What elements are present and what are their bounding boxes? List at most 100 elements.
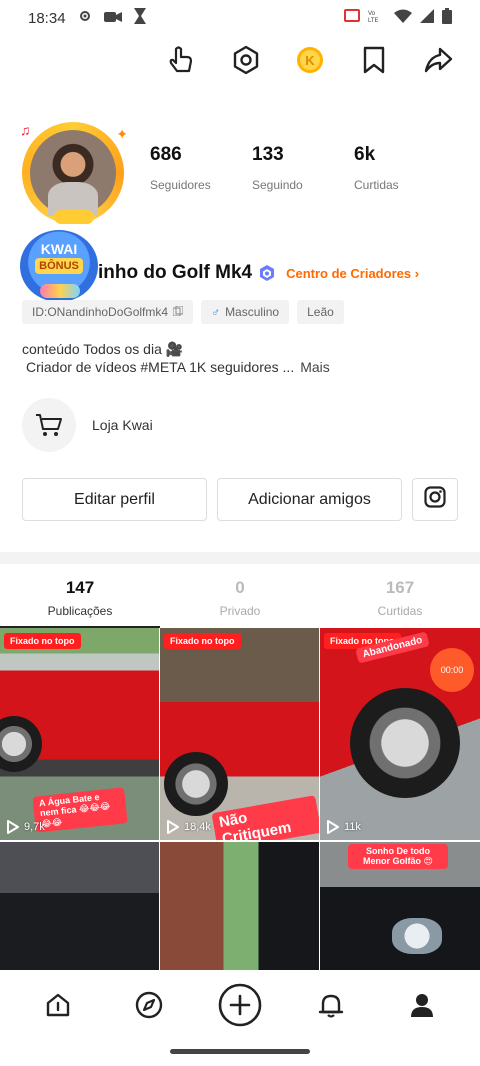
kwai-bonus-line1: KWAI xyxy=(40,241,78,257)
instagram-icon xyxy=(424,486,446,513)
add-friends-button[interactable]: Adicionar amigos xyxy=(217,478,402,521)
tab-likes[interactable]: 167 Curtidas xyxy=(320,578,480,618)
gear-status-icon xyxy=(78,9,92,27)
view-count: 11k xyxy=(327,820,361,834)
recording-timer: 00:00 xyxy=(430,648,474,692)
bookmark-icon[interactable] xyxy=(358,44,390,76)
tab-private[interactable]: 0 Privado xyxy=(160,578,320,618)
music-note-icon: ♫ xyxy=(20,122,31,138)
play-icon xyxy=(7,820,19,834)
shop-label: Loja Kwai xyxy=(92,417,153,433)
edit-profile-button[interactable]: Editar perfil xyxy=(22,478,207,521)
status-bar: 18:34 Vo LTE xyxy=(0,0,480,36)
sparkle-icon: ✦ xyxy=(116,126,128,142)
home-icon[interactable] xyxy=(34,981,82,1029)
settings-icon[interactable] xyxy=(230,44,262,76)
kwai-bonus-line2: BÔNUS xyxy=(35,258,83,274)
video-thumbnail[interactable] xyxy=(160,842,319,970)
create-icon[interactable] xyxy=(216,981,264,1029)
view-count-value: 11k xyxy=(344,821,361,833)
pinned-badge: Fixado no topo xyxy=(164,633,241,649)
video-caption: Não Critiquem xyxy=(211,795,319,840)
view-count-value: 9,7k xyxy=(24,821,45,833)
video-caption: Sonho De todo Menor Golfão 😍 xyxy=(348,844,448,869)
publications-label: Publicações xyxy=(47,604,113,618)
gesture-icon[interactable] xyxy=(166,44,198,76)
stat-likes[interactable]: 6k Curtidas xyxy=(354,144,456,192)
bio-more-link[interactable]: Mais xyxy=(300,359,330,375)
private-label: Privado xyxy=(219,604,261,618)
likes-count: 6k xyxy=(354,144,376,165)
zodiac-tag: Leão xyxy=(297,300,344,324)
section-divider xyxy=(0,552,480,564)
video-caption: A Água Bate e nem fica 😂😂😂😂😂 xyxy=(32,787,128,833)
gender-tag: ♂ Masculino xyxy=(201,300,290,324)
lte-status-icon: Vo LTE xyxy=(368,9,386,27)
car-wheel-graphic xyxy=(164,752,228,816)
followers-label: Seguidores xyxy=(150,178,211,192)
car-wheel-graphic xyxy=(0,716,42,772)
cast-status-icon xyxy=(344,9,360,27)
wifi-status-icon xyxy=(394,9,412,27)
video-thumbnail[interactable] xyxy=(0,842,159,970)
kwai-shop[interactable]: Loja Kwai xyxy=(22,398,153,452)
battery-status-icon xyxy=(442,8,452,28)
notifications-icon[interactable] xyxy=(307,981,355,1029)
following-label: Seguindo xyxy=(252,178,303,192)
bottom-nav xyxy=(0,970,480,1040)
creator-center-label: Centro de Criadores xyxy=(286,265,412,281)
likes-tab-label: Curtidas xyxy=(377,604,423,618)
pinned-badge: Fixado no topo xyxy=(4,633,81,649)
profile-bio: conteúdo Todos os dia 🎥 Criador de vídeo… xyxy=(22,340,330,376)
home-indicator[interactable] xyxy=(170,1049,310,1054)
video-status-icon xyxy=(103,10,122,27)
share-icon[interactable] xyxy=(422,44,454,76)
male-icon: ♂ xyxy=(211,305,221,319)
chevron-right-icon: › xyxy=(414,265,420,281)
discover-icon[interactable] xyxy=(125,981,173,1029)
coin-icon[interactable]: K xyxy=(294,44,326,76)
verified-icon xyxy=(258,264,276,282)
play-icon xyxy=(167,820,179,834)
followers-count: 686 xyxy=(150,144,182,165)
profile-stats: 686 Seguidores 133 Seguindo 6k Curtidas xyxy=(150,144,456,192)
top-actions: K xyxy=(166,44,454,76)
publications-count: 147 xyxy=(65,578,95,597)
zodiac-value: Leão xyxy=(307,305,334,319)
avatar-frame-badge xyxy=(54,210,94,224)
profile-actions: Editar perfil Adicionar amigos xyxy=(22,478,458,521)
bio-line-2: Criador de vídeos #META 1K seguidores ..… xyxy=(26,359,295,375)
name-row: inho do Golf Mk4 Centro de Criadores › xyxy=(98,262,419,284)
car-headlight-graphic xyxy=(392,918,442,954)
copy-icon xyxy=(172,305,184,319)
bio-line-1: conteúdo Todos os dia 🎥 xyxy=(22,341,184,357)
video-thumbnail[interactable]: Fixado no topo Abandonado 00:00 11k xyxy=(320,628,480,840)
stat-followers[interactable]: 686 Seguidores xyxy=(150,144,252,192)
car-wheel-graphic xyxy=(350,688,460,798)
svg-text:Vo: Vo xyxy=(368,11,376,17)
view-count: 9,7k xyxy=(7,820,45,834)
svg-text:K: K xyxy=(305,53,315,68)
video-thumbnail[interactable]: Sonho De todo Menor Golfão 😍 xyxy=(320,842,480,970)
private-count: 0 xyxy=(235,578,245,597)
svg-text:LTE: LTE xyxy=(368,18,379,23)
profile-name: inho do Golf Mk4 xyxy=(98,262,253,283)
video-thumbnail[interactable]: Fixado no topo Não Critiquem 18,4k xyxy=(160,628,319,840)
avatar[interactable]: ♫ ✦ xyxy=(18,118,128,228)
profile-icon[interactable] xyxy=(398,981,446,1029)
signal-status-icon xyxy=(420,9,434,27)
profile-tags: ID:ONandinhoDoGolfmk4 ♂ Masculino Leão xyxy=(22,300,344,324)
tab-publications[interactable]: 147 Publicações xyxy=(0,578,160,618)
likes-label: Curtidas xyxy=(354,178,399,192)
hourglass-status-icon xyxy=(133,8,146,28)
video-thumbnail[interactable]: Fixado no topo A Água Bate e nem fica 😂😂… xyxy=(0,628,159,840)
id-value: ID:ONandinhoDoGolfmk4 xyxy=(32,305,169,319)
likes-tab-count: 167 xyxy=(385,578,415,597)
creator-center-link[interactable]: Centro de Criadores › xyxy=(286,266,419,281)
instagram-button[interactable] xyxy=(412,478,458,521)
id-tag[interactable]: ID:ONandinhoDoGolfmk4 xyxy=(22,300,194,324)
view-count: 18,4k xyxy=(167,820,211,834)
cart-icon xyxy=(22,398,76,452)
kwai-bonus-badge[interactable]: KWAI BÔNUS xyxy=(20,230,98,302)
stat-following[interactable]: 133 Seguindo xyxy=(252,144,354,192)
